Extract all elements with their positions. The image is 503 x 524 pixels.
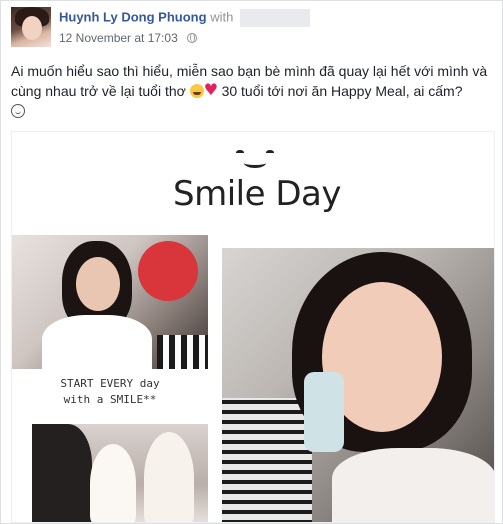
facebook-post: Huynh Ly Dong Phuong with 12 November at… [0, 0, 503, 524]
striped-chair [157, 335, 208, 369]
post-photo[interactable]: Smile Day START EVERY day with a SMILE** [11, 131, 495, 523]
caption-line1: START EVERY day [60, 377, 160, 390]
post-text-line2-start: cùng nhau trở về lại tuổi thơ [11, 83, 186, 99]
author-name-link[interactable]: Huynh Ly Dong Phuong [59, 9, 207, 24]
photo-collage-left-top [12, 235, 208, 369]
tomato-decor [138, 241, 198, 301]
person-shirt [42, 315, 152, 369]
photo-collage-right [222, 248, 494, 522]
post-text: Ai muốn hiểu sao thì hiểu, miễn sao bạn … [11, 61, 495, 121]
post-meta: 12 November at 17:03 [59, 31, 198, 45]
person-face [76, 257, 120, 311]
smile-emoji-icon [11, 104, 25, 118]
ice-cream-cone [90, 444, 136, 522]
ice-cream-cone [144, 432, 194, 522]
caption-line2: with a SMILE** [63, 393, 157, 406]
post-header: Huynh Ly Dong Phuong with 12 November at… [11, 7, 492, 47]
striped-chair [222, 398, 312, 522]
smile-face-icon [234, 150, 278, 172]
person-silhouette [32, 424, 92, 522]
post-text-line1: Ai muốn hiểu sao thì hiểu, miễn sao bạn … [11, 63, 488, 79]
photo-collage-left-bottom [32, 424, 208, 522]
grinning-emoji-icon [189, 84, 204, 98]
smile-mouth [244, 158, 266, 168]
post-text-line2-end: 30 tuổi tới nơi ăn Happy Meal, ai cấm? [217, 83, 463, 99]
smile-eye-left [236, 150, 244, 155]
tagged-friends-redacted[interactable] [239, 9, 310, 27]
photo-caption: START EVERY day with a SMILE** [12, 376, 208, 408]
white-top [332, 448, 494, 522]
globe-icon[interactable] [187, 33, 198, 43]
author-row: Huynh Ly Dong Phuong with [59, 9, 310, 27]
smile-eye-right [266, 150, 274, 155]
author-avatar[interactable] [11, 7, 51, 47]
happy-meal-toy [304, 372, 344, 452]
photo-title: Smile Day [173, 174, 341, 214]
post-timestamp-link[interactable]: 12 November at 17:03 [59, 31, 178, 45]
with-label: with [210, 9, 234, 25]
heart-emoji-icon [204, 80, 218, 100]
avatar-face [22, 16, 42, 40]
